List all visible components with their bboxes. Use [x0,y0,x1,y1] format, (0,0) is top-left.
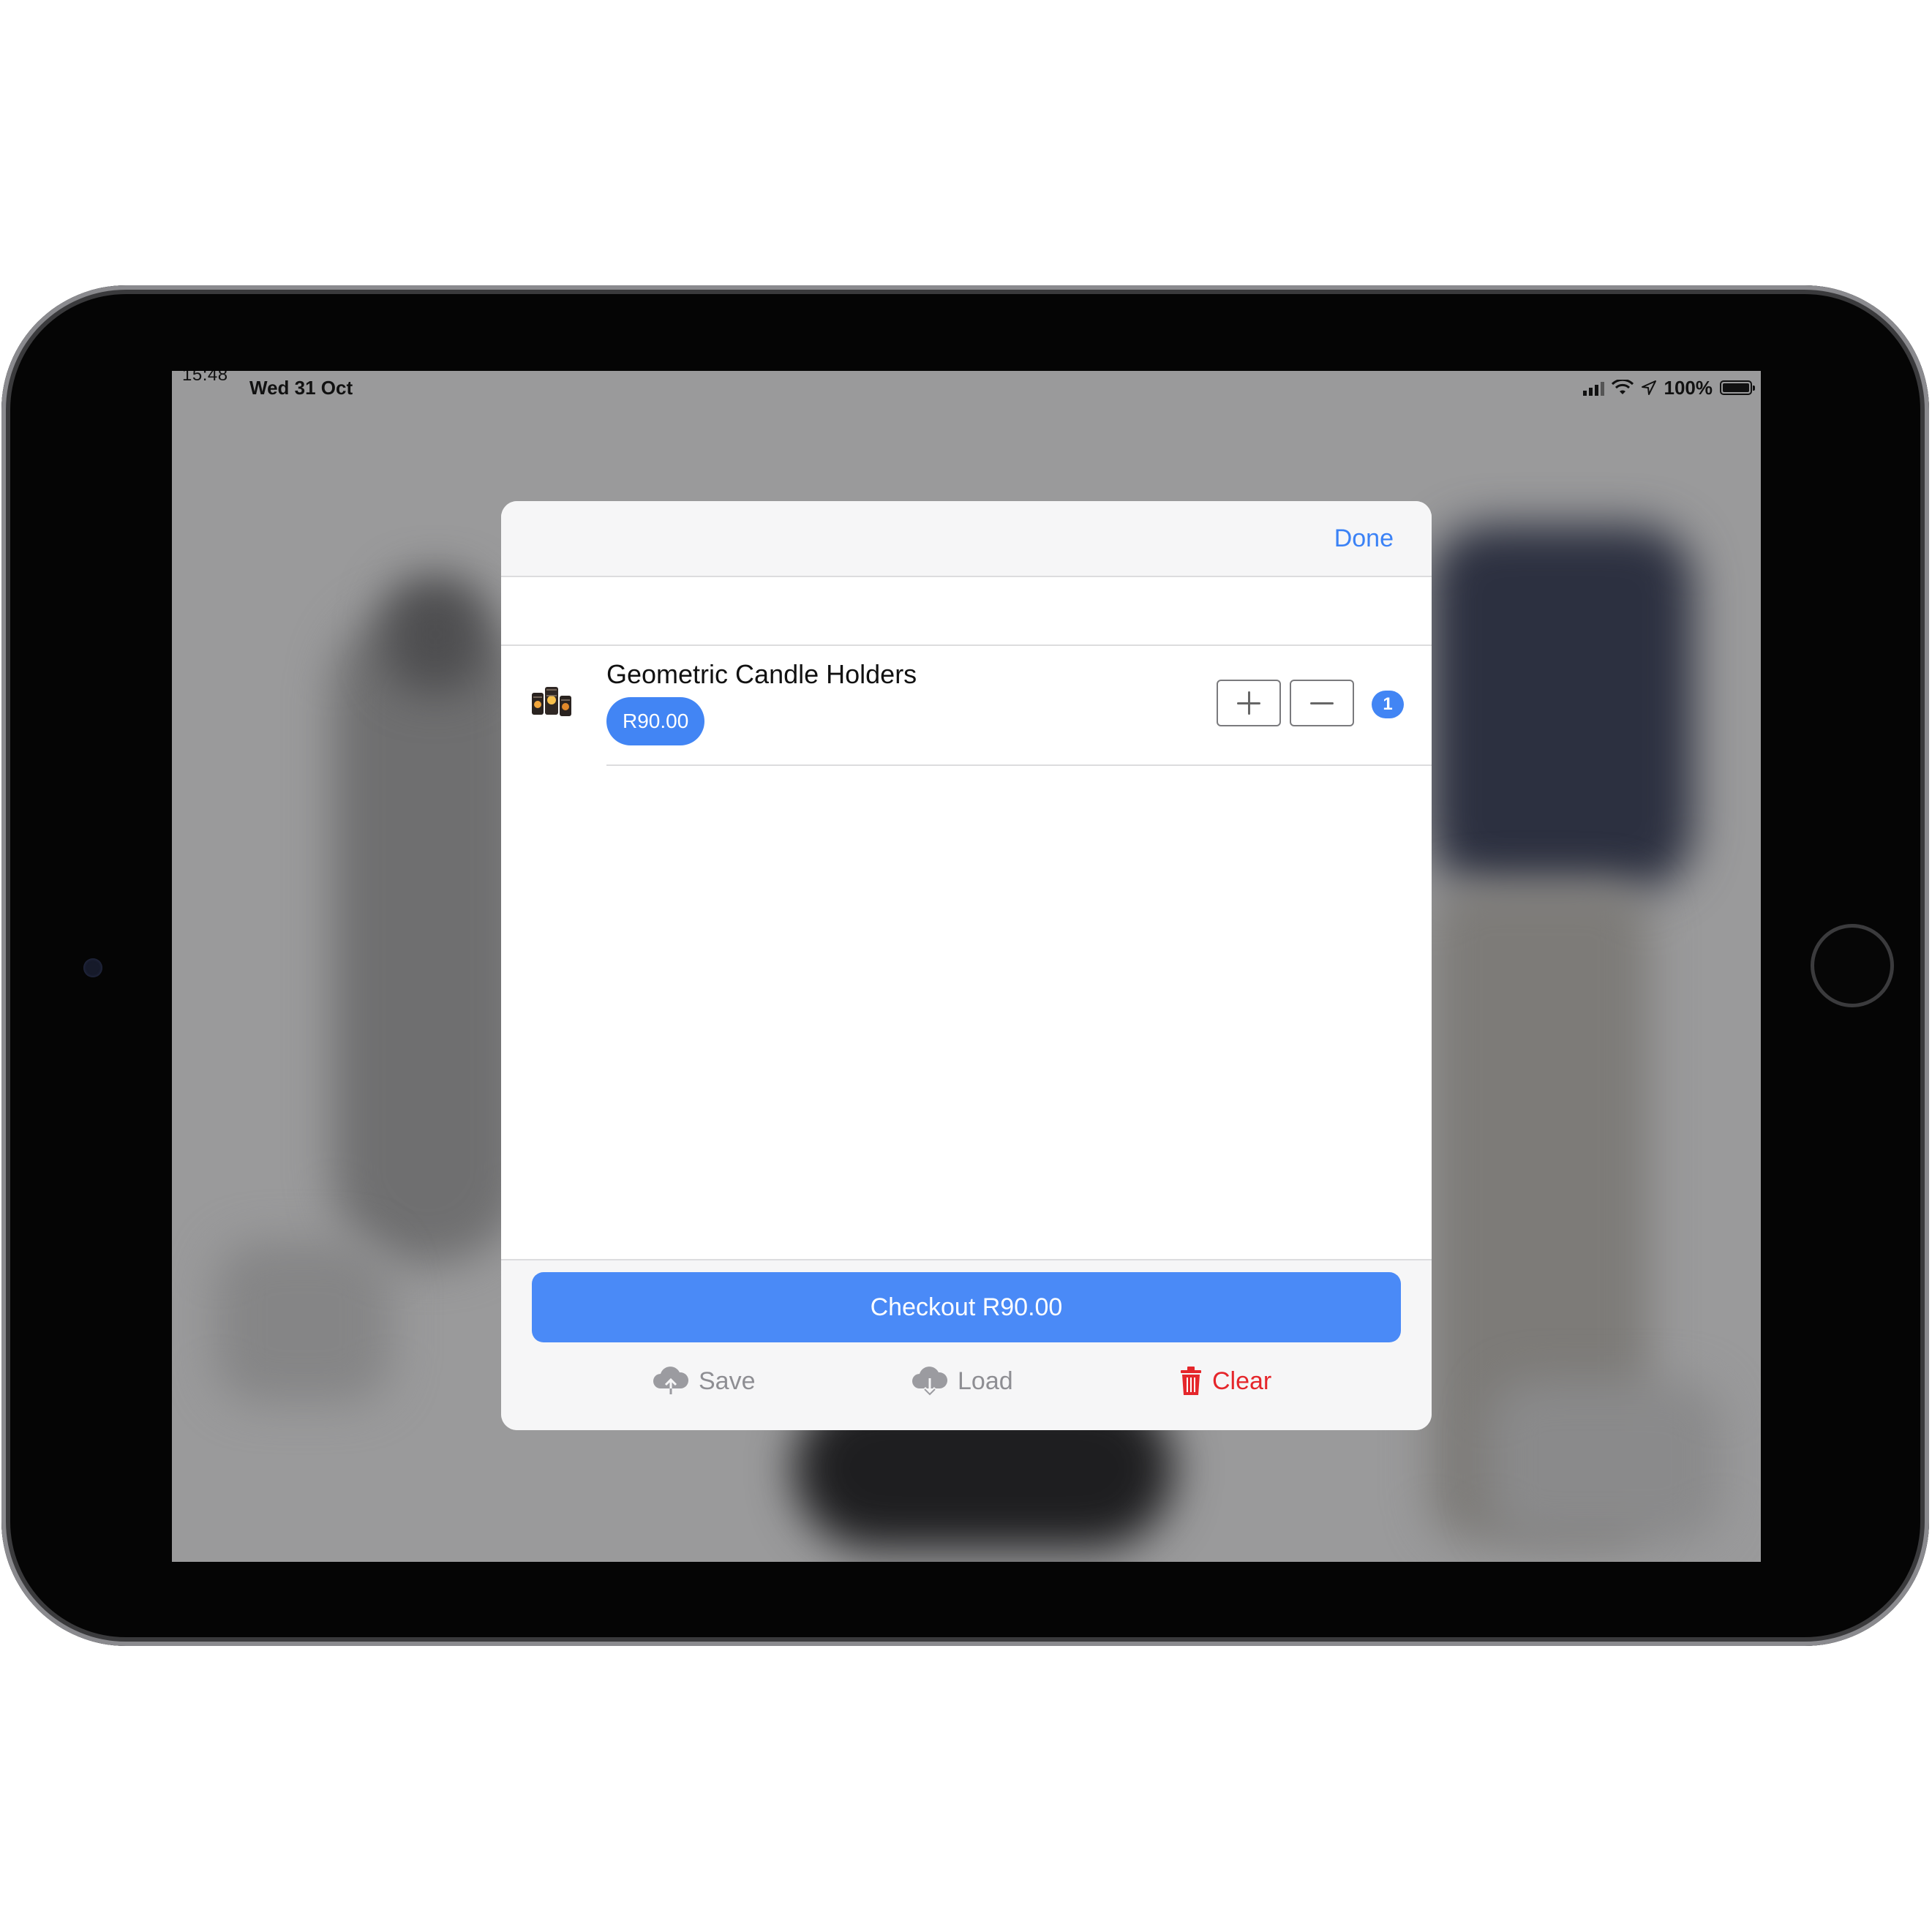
candle-holders-icon [532,687,571,716]
home-button[interactable] [1811,924,1894,1007]
battery-percent: 100% [1664,376,1713,399]
status-right: 100% [1582,376,1755,399]
clear-label: Clear [1212,1367,1272,1395]
price-badge[interactable]: R90.00 [606,697,705,745]
wifi-icon [1611,380,1634,394]
background-blur [1489,1380,1723,1541]
cart-item-row[interactable]: Geometric Candle Holders R90.00 1 [501,644,1432,766]
background-blur [333,605,523,1263]
save-button[interactable]: Save [652,1363,756,1399]
save-label: Save [699,1367,756,1395]
search-area[interactable] [501,577,1432,646]
done-button[interactable]: Done [1334,525,1394,553]
clear-button[interactable]: Clear [1179,1363,1271,1399]
load-button[interactable]: Load [911,1363,1013,1399]
cloud-upload-icon [653,1367,689,1394]
cart-modal: Done Geometric Candle Holders R90.00 1 C… [501,501,1432,1430]
signal-icon [1582,380,1604,396]
background-blur [384,576,486,693]
modal-header: Done [501,501,1432,577]
location-icon [1641,380,1656,395]
background-blur [216,1241,391,1402]
modal-footer: Checkout R90.00 Save Load Clear [501,1259,1432,1430]
background-blur [1430,525,1694,890]
status-date: Wed 31 Oct [249,377,353,399]
trash-icon [1181,1367,1201,1395]
quantity-badge: 1 [1372,691,1404,718]
decrease-quantity-button[interactable] [1290,680,1354,726]
increase-quantity-button[interactable] [1217,680,1281,726]
load-label: Load [958,1367,1013,1395]
row-divider [606,764,1432,766]
product-name: Geometric Candle Holders [606,659,917,689]
checkout-button[interactable]: Checkout R90.00 [532,1272,1401,1342]
cloud-download-icon [912,1367,948,1396]
status-time: 15:48 [182,371,228,385]
battery-icon [1720,380,1755,395]
screen: 15:48 Wed 31 Oct 100% Done Geometric Can… [172,371,1761,1562]
camera-icon [83,958,102,977]
